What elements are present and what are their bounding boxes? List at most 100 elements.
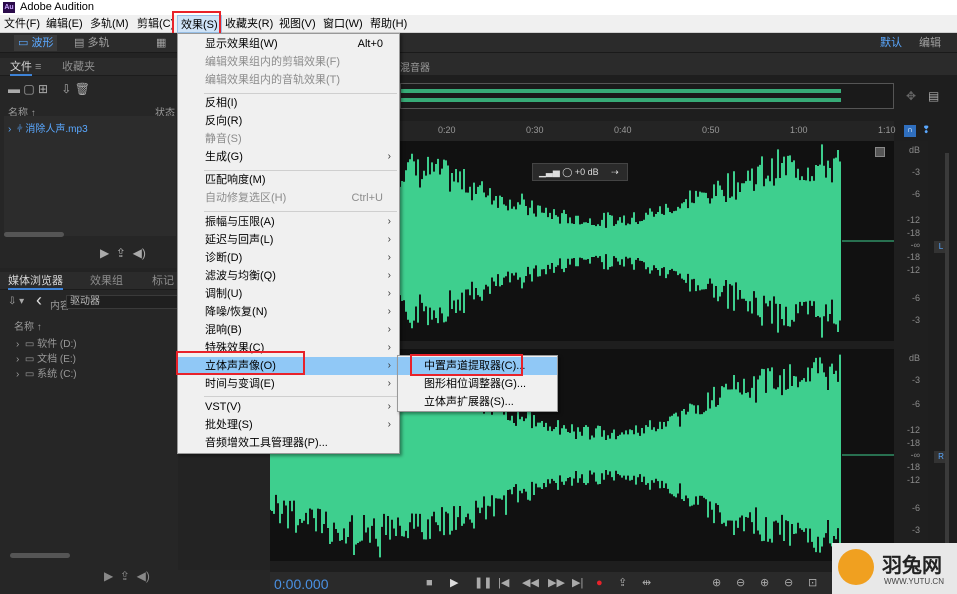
menu-delay-echo[interactable]: 延迟与回声(L) › <box>178 231 399 249</box>
media-preview-controls[interactable]: ▶ ⇪ ◀) <box>104 569 150 583</box>
skip-start-button[interactable]: |◀ <box>498 576 509 590</box>
submenu-arrow-icon: › <box>387 378 391 389</box>
preview-controls[interactable]: ▶ ⇪ ◀) <box>100 246 146 260</box>
stop-button[interactable]: ■ <box>426 576 433 590</box>
menu-invert[interactable]: 反相(I) <box>178 94 399 112</box>
zoom-out-amp-icon[interactable]: ⊖ <box>736 576 745 590</box>
pause-button[interactable]: ❚❚ <box>474 576 492 590</box>
panel-menu-icon[interactable]: ▤ <box>928 89 939 103</box>
waveform-view-button[interactable]: ▭ 波形 <box>14 35 58 51</box>
zoom-in-time-icon[interactable]: ⊕ <box>760 576 769 590</box>
menu-edit-track-effects[interactable]: 编辑效果组内的音轨效果(T) <box>178 71 399 89</box>
db-bot-3a: -3 <box>911 375 920 385</box>
watermark: 羽兔网 WWW.YUTU.CN <box>832 543 957 594</box>
snap-icon[interactable]: ∩ <box>904 125 916 137</box>
workspace-default[interactable]: 默认 <box>876 35 906 51</box>
menu-help[interactable]: 帮助(H) <box>370 15 407 33</box>
drive-c[interactable]: › ▭ 系统 (C:) <box>16 365 77 380</box>
hud-meter-icon: ▁▃▅ <box>539 167 560 177</box>
hud-knob-icon[interactable]: ◯ <box>562 167 572 177</box>
menu-favorites[interactable]: 收藏夹(R) <box>225 15 273 33</box>
rewind-button[interactable]: ◀◀ <box>522 576 539 590</box>
menu-stereo-expander[interactable]: 立体声扩展器(S)... <box>398 393 557 411</box>
menu-edit-clip-effects[interactable]: 编辑效果组内的剪辑效果(F) <box>178 53 399 71</box>
menu-reverb[interactable]: 混响(B) › <box>178 321 399 339</box>
tab-files[interactable]: 文件 <box>10 58 32 76</box>
menu-modulation[interactable]: 调制(U) › <box>178 285 399 303</box>
watermark-logo-icon <box>838 549 874 585</box>
menu-plugin-manager[interactable]: 音频增效工具管理器(P)... <box>178 434 399 452</box>
drive-d[interactable]: › ▭ 软件 (D:) <box>16 335 77 350</box>
tab-favorites[interactable]: 收藏夹 <box>62 58 95 76</box>
media-scrollbar[interactable] <box>10 553 70 558</box>
drive-e[interactable]: › ▭ 文档 (E:) <box>16 350 76 365</box>
menu-reverse[interactable]: 反向(R) <box>178 112 399 130</box>
corner-handle[interactable] <box>875 147 885 157</box>
menu-batch[interactable]: 批处理(S) › <box>178 416 399 434</box>
mixer-tab[interactable]: 混音器 <box>400 59 430 74</box>
content-select[interactable]: 驱动器 <box>66 295 178 309</box>
menu-window[interactable]: 窗口(W) <box>323 15 363 33</box>
overview-bar[interactable] <box>400 83 894 109</box>
label: 生成(G) <box>205 151 243 163</box>
menu-auto-heal[interactable]: 自动修复选区(H) Ctrl+U <box>178 189 399 207</box>
menu-silence[interactable]: 静音(S) <box>178 130 399 148</box>
menu-generate[interactable]: 生成(G) › <box>178 148 399 166</box>
media-col-name[interactable]: 名称 ↑ <box>14 318 42 333</box>
menu-multitrack[interactable]: 多轨(M) <box>90 15 129 33</box>
media-tools[interactable]: ⇩ ▾ <box>8 296 24 307</box>
zoom-out-time-icon[interactable]: ⊖ <box>784 576 793 590</box>
db-top-18a: -18 <box>906 228 920 238</box>
back-icon[interactable]: ‹ <box>36 290 42 311</box>
highlight-box-stereo <box>176 351 305 375</box>
menu-vst[interactable]: VST(V) › <box>178 398 399 416</box>
tab-effects-rack[interactable]: 效果组 <box>90 272 123 290</box>
multitrack-view-button[interactable]: ▤ 多轨 <box>70 35 113 51</box>
play-button[interactable]: ▶ <box>450 576 458 590</box>
files-menu-icon[interactable]: ≡ <box>35 58 41 76</box>
zoom-full-icon[interactable]: ⊡ <box>808 576 817 590</box>
menu-match-loudness[interactable]: 匹配响度(M) <box>178 171 399 189</box>
label: 反向(R) <box>205 115 243 127</box>
menu-graphic-phase-shifter[interactable]: 图形相位调整器(G)... <box>398 375 557 393</box>
db-top-inf: -∞ <box>910 240 920 250</box>
forward-button[interactable]: ▶▶ <box>548 576 565 590</box>
keyboard-icon[interactable]: ▦ <box>152 35 170 51</box>
zoom-nav-icon[interactable]: ✥ <box>906 89 916 103</box>
menu-filter-eq[interactable]: 滤波与均衡(Q) › <box>178 267 399 285</box>
menu-file[interactable]: 文件(F) <box>4 15 40 33</box>
workspace-edit[interactable]: 编辑 <box>915 35 945 51</box>
menu-diagnostics[interactable]: 诊断(D) › <box>178 249 399 267</box>
files-scrollbar[interactable] <box>4 232 64 237</box>
gain-hud[interactable]: ▁▃▅ ◯ +0 dB ⇢ <box>532 163 628 181</box>
db-bot-3b: -3 <box>911 525 920 535</box>
db-top-12b: -12 <box>906 265 920 275</box>
files-tabrow: 文件 ≡ 收藏夹 <box>0 58 178 76</box>
file-item[interactable]: › ⫩ 消除人声.mp3 <box>8 120 88 135</box>
vertical-scrollbar[interactable] <box>945 153 949 573</box>
label: 混响(B) <box>205 324 242 336</box>
tab-media-browser[interactable]: 媒体浏览器 <box>8 272 63 290</box>
menu-show-effects-rack[interactable]: 显示效果组(W) Alt+0 <box>178 35 399 53</box>
menu-edit[interactable]: 编辑(E) <box>46 15 83 33</box>
drive-d-label: 软件 (D:) <box>37 339 77 350</box>
file-tools[interactable]: ▬ ▢ ⊞ ⇩ 🗑 <box>8 82 90 96</box>
label: 自动修复选区(H) <box>205 192 287 204</box>
pin-icon[interactable]: ❢ <box>922 125 930 136</box>
loop-button[interactable]: ⇪ <box>618 576 627 590</box>
record-button[interactable]: ● <box>596 576 603 590</box>
db-bot-18a: -18 <box>906 438 920 448</box>
zoom-in-amp-icon[interactable]: ⊕ <box>712 576 721 590</box>
menu-time-pitch[interactable]: 时间与变调(E) › <box>178 375 399 393</box>
tab-markers[interactable]: 标记 <box>152 272 174 290</box>
menu-view[interactable]: 视图(V) <box>279 15 316 33</box>
db-top-3b: -3 <box>911 315 920 325</box>
skip-end-button[interactable]: ▶| <box>572 576 583 590</box>
submenu-arrow-icon: › <box>387 360 391 371</box>
menu-noise-reduction[interactable]: 降噪/恢复(N) › <box>178 303 399 321</box>
menu-clip[interactable]: 剪辑(C) <box>137 15 174 33</box>
skip-selection-button[interactable]: ⇹ <box>642 576 651 590</box>
hud-pin-icon[interactable]: ⇢ <box>611 167 619 177</box>
ruler-0-30: 0:30 <box>526 125 544 135</box>
menu-amplitude[interactable]: 振幅与压限(A) › <box>178 213 399 231</box>
